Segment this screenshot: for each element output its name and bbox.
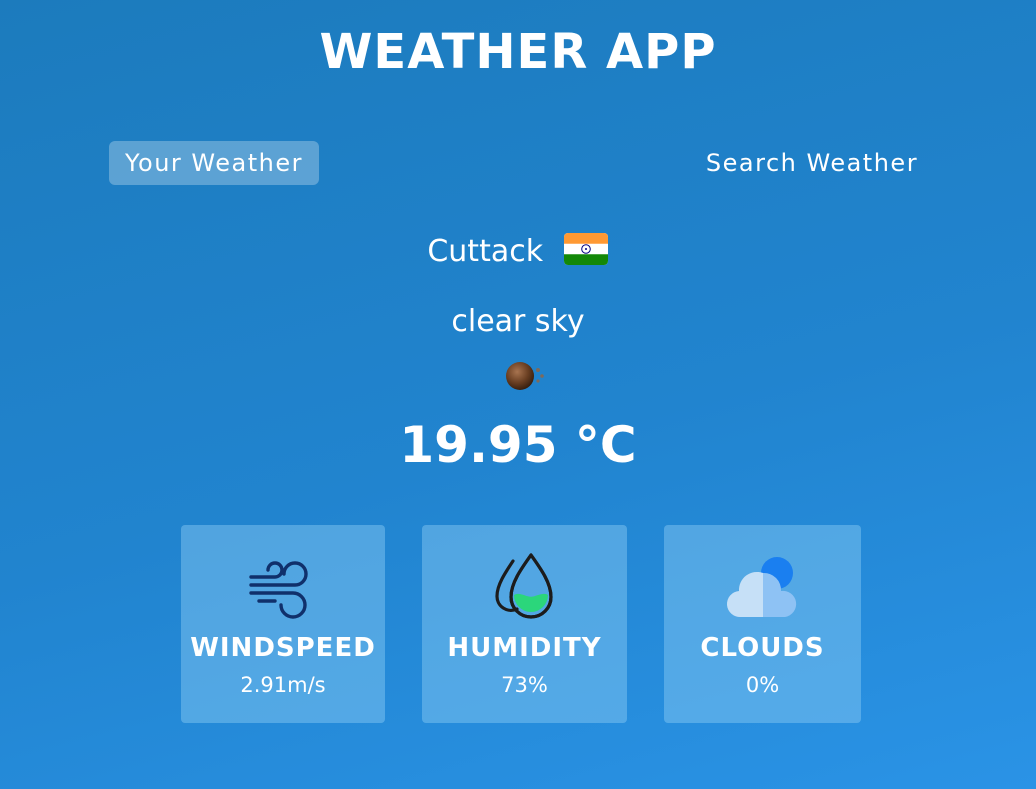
- tab-your-weather[interactable]: Your Weather: [109, 141, 319, 185]
- app-title: WEATHER APP: [319, 24, 717, 80]
- clouds-label: CLOUDS: [700, 633, 825, 663]
- tab-search-weather[interactable]: Search Weather: [696, 141, 928, 185]
- india-flag-icon: [563, 232, 609, 274]
- cloud-icon: [725, 551, 801, 623]
- humidity-value: 73%: [501, 673, 548, 697]
- windspeed-card: WINDSPEED 2.91m/s: [181, 525, 385, 723]
- wind-icon: [245, 551, 321, 623]
- city-row: Cuttack: [0, 232, 1036, 274]
- weather-condition: clear sky: [451, 304, 585, 339]
- humidity-card: HUMIDITY 73%: [422, 525, 627, 723]
- temperature-value: 19.95 °C: [399, 416, 637, 474]
- clouds-card: CLOUDS 0%: [664, 525, 861, 723]
- city-name: Cuttack: [427, 234, 544, 269]
- clear-sky-icon: [500, 358, 548, 394]
- windspeed-value: 2.91m/s: [240, 673, 326, 697]
- humidity-icon: [487, 551, 563, 623]
- clouds-value: 0%: [745, 673, 780, 697]
- humidity-label: HUMIDITY: [447, 633, 602, 663]
- windspeed-label: WINDSPEED: [190, 633, 376, 663]
